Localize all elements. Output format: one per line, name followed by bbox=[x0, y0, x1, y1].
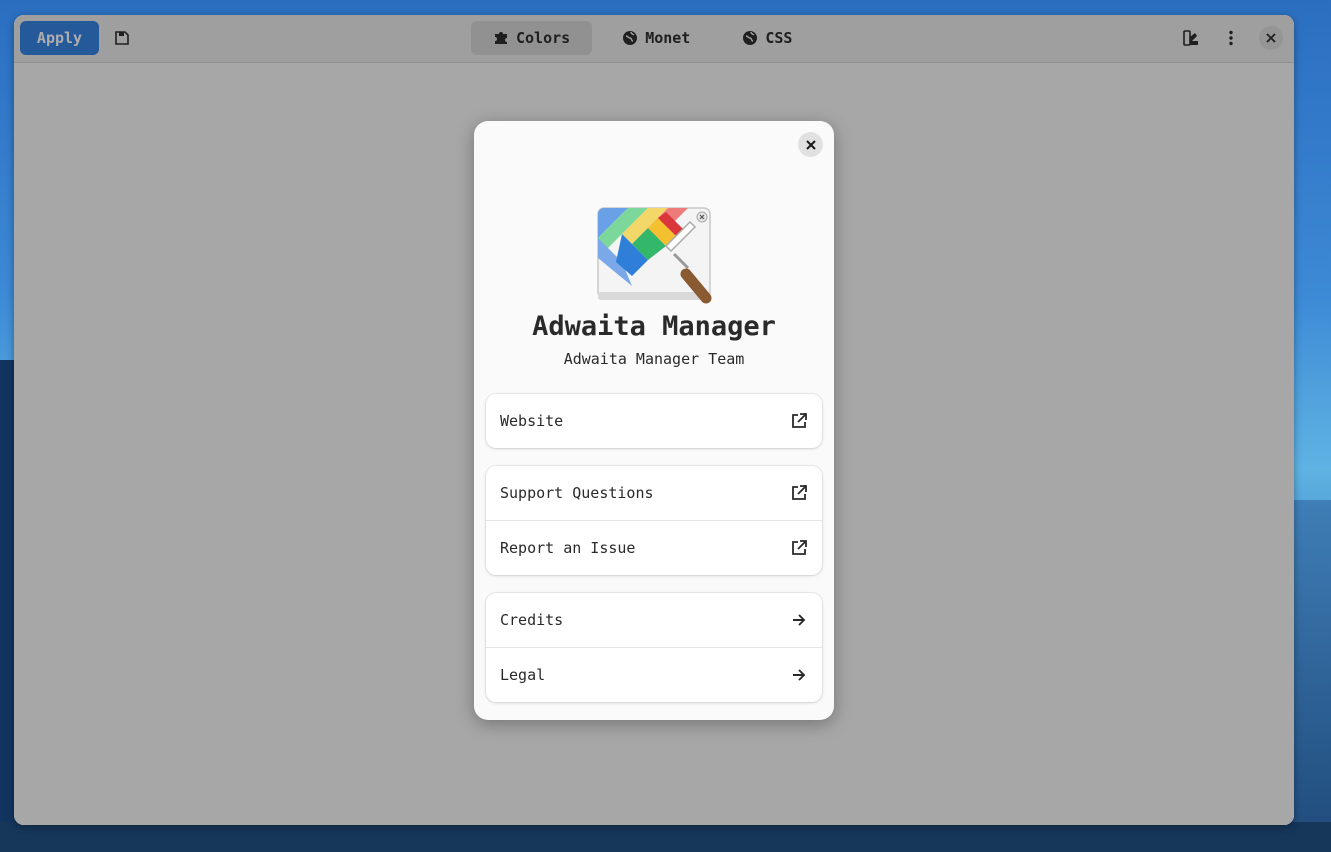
external-link-icon bbox=[790, 412, 808, 430]
credits-row[interactable]: Credits bbox=[486, 593, 822, 647]
app-name: Adwaita Manager bbox=[532, 311, 776, 342]
wallpaper-hills bbox=[1291, 500, 1331, 852]
website-row[interactable]: Website bbox=[486, 394, 822, 448]
links-group-support: Support Questions Report an Issue bbox=[486, 466, 822, 575]
app-logo bbox=[596, 206, 714, 310]
row-label: Credits bbox=[500, 611, 564, 629]
external-link-icon bbox=[790, 539, 808, 557]
row-label: Website bbox=[500, 412, 564, 430]
close-icon bbox=[805, 139, 816, 150]
app-window: Apply Colors Monet CSS Adwaita Manager A… bbox=[14, 15, 1294, 825]
legal-row[interactable]: Legal bbox=[486, 647, 822, 702]
dialog-close-button[interactable] bbox=[798, 132, 823, 157]
support-questions-row[interactable]: Support Questions bbox=[486, 466, 822, 520]
arrow-right-icon bbox=[790, 611, 808, 629]
row-label: Legal bbox=[500, 666, 546, 684]
about-dialog: Adwaita Manager Adwaita Manager Team Web… bbox=[474, 121, 834, 720]
row-label: Report an Issue bbox=[500, 539, 636, 557]
arrow-right-icon bbox=[790, 666, 808, 684]
developer-name: Adwaita Manager Team bbox=[563, 350, 745, 368]
row-label: Support Questions bbox=[500, 484, 654, 502]
links-group-website: Website bbox=[486, 394, 822, 448]
wallpaper-ground bbox=[0, 822, 1331, 852]
external-link-icon bbox=[790, 484, 808, 502]
links-group-info: Credits Legal bbox=[486, 593, 822, 702]
report-issue-row[interactable]: Report an Issue bbox=[486, 520, 822, 575]
